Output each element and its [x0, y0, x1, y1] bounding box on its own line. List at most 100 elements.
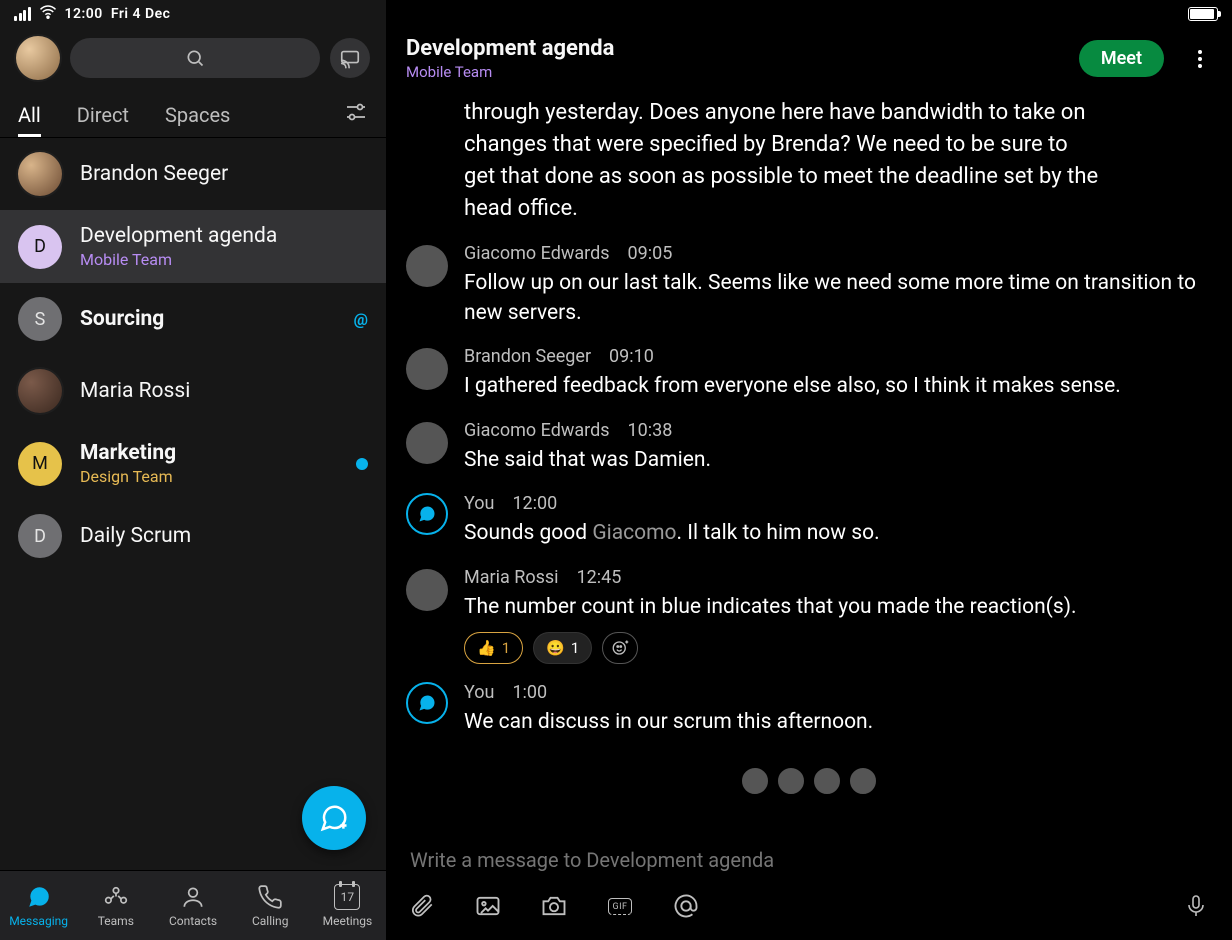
nav-messaging[interactable]: Messaging	[0, 871, 77, 940]
tab-spaces[interactable]: Spaces	[165, 92, 230, 137]
message-text: through yesterday. Does anyone here have…	[464, 97, 1104, 225]
message-text: We can discuss in our scrum this afterno…	[464, 707, 1212, 737]
messaging-icon	[26, 884, 52, 910]
gif-button[interactable]: GIF	[604, 890, 636, 922]
nav-label: Teams	[98, 914, 134, 928]
smile-plus-icon	[611, 639, 629, 657]
nav-label: Calling	[252, 914, 288, 928]
chat-title: Sourcing	[80, 307, 164, 331]
chat-list: Brandon Seeger D Development agenda Mobi…	[0, 138, 386, 870]
self-avatar	[406, 682, 448, 724]
add-reaction-button[interactable]	[602, 632, 638, 664]
message-time: 09:10	[609, 346, 654, 367]
message-author: Giacomo Edwards	[464, 243, 610, 264]
read-receipts	[406, 766, 1212, 796]
sidebar-item-marketing[interactable]: M Marketing Design Team	[0, 427, 386, 500]
nav-label: Contacts	[169, 914, 217, 928]
cast-button[interactable]	[330, 38, 370, 78]
sidebar-item-sourcing[interactable]: S Sourcing @	[0, 283, 386, 355]
message-row: through yesterday. Does anyone here have…	[406, 97, 1212, 225]
calling-icon	[257, 884, 283, 910]
chat-title: Marketing	[80, 441, 176, 465]
message-time: 10:38	[628, 420, 673, 441]
search-input[interactable]	[70, 38, 320, 78]
message-author: Brandon Seeger	[464, 346, 591, 367]
gif-icon: GIF	[608, 898, 631, 915]
chat-bubble-icon	[417, 504, 437, 524]
sidebar-item-development-agenda[interactable]: D Development agenda Mobile Team	[0, 210, 386, 283]
attach-button[interactable]	[406, 890, 438, 922]
mention-button[interactable]	[670, 890, 702, 922]
message-input[interactable]	[406, 834, 1212, 886]
message-text: Follow up on our last talk. Seems like w…	[464, 268, 1212, 329]
message-time: 1:00	[512, 682, 547, 703]
chat-title: Daily Scrum	[80, 524, 191, 548]
camera-icon	[540, 892, 568, 920]
status-time: 12:00	[65, 6, 103, 22]
avatar	[18, 369, 62, 413]
more-menu-button[interactable]	[1188, 47, 1212, 71]
contacts-icon	[180, 884, 206, 910]
space-avatar: M	[18, 442, 62, 486]
reaction-thumbs-up[interactable]: 👍1	[464, 632, 523, 664]
sidebar-item-brandon[interactable]: Brandon Seeger	[0, 138, 386, 210]
message-author: Maria Rossi	[464, 567, 559, 588]
bottom-nav: Messaging Teams Contacts Calling 17 Meet…	[0, 870, 386, 940]
space-avatar: D	[18, 514, 62, 558]
chat-title: Maria Rossi	[80, 379, 190, 403]
battery-icon	[1188, 7, 1218, 21]
avatar	[18, 152, 62, 196]
nav-teams[interactable]: Teams	[77, 871, 154, 940]
nav-contacts[interactable]: Contacts	[154, 871, 231, 940]
message-author: You	[464, 682, 494, 703]
tab-all[interactable]: All	[18, 92, 41, 137]
mention-badge: @	[354, 310, 368, 329]
at-icon	[672, 892, 700, 920]
chat-bubble-icon	[417, 693, 437, 713]
composer-toolbar: GIF	[406, 886, 1212, 922]
calendar-day: 17	[341, 891, 355, 903]
new-message-fab[interactable]	[302, 786, 366, 850]
message-author: You	[464, 493, 494, 514]
nav-meetings[interactable]: 17 Meetings	[309, 871, 386, 940]
message-time: 12:00	[512, 493, 557, 514]
chat-plus-icon	[319, 803, 349, 833]
chat-subtitle: Mobile Team	[80, 250, 277, 269]
room-subtitle: Mobile Team	[406, 63, 614, 81]
message-avatar	[406, 348, 448, 390]
image-button[interactable]	[472, 890, 504, 922]
message-text: The number count in blue indicates that …	[464, 592, 1212, 622]
calendar-icon: 17	[334, 884, 360, 910]
reaction-bar: 👍1 😀1	[464, 632, 1212, 664]
message-row: You12:00 Sounds good Giacomo. Il talk to…	[406, 493, 1212, 548]
message-text: She said that was Damien.	[464, 445, 1212, 475]
message-row: You 1:00 We can discuss in our scrum this…	[406, 682, 1212, 737]
sidebar-item-maria[interactable]: Maria Rossi	[0, 355, 386, 427]
message-row: Maria Rossi12:45 The number count in blu…	[406, 567, 1212, 664]
cast-icon	[339, 47, 361, 69]
camera-button[interactable]	[538, 890, 570, 922]
message-list[interactable]: through yesterday. Does anyone here have…	[386, 97, 1232, 828]
voice-button[interactable]	[1180, 890, 1212, 922]
message-row: Giacomo Edwards09:05 Follow up on our la…	[406, 243, 1212, 329]
sidebar-item-daily-scrum[interactable]: D Daily Scrum	[0, 500, 386, 572]
meet-button[interactable]: Meet	[1079, 40, 1164, 77]
user-avatar[interactable]	[16, 36, 60, 80]
message-avatar	[406, 422, 448, 464]
paperclip-icon	[409, 893, 435, 919]
receipt-avatar	[812, 766, 842, 796]
tab-direct[interactable]: Direct	[77, 92, 129, 137]
reaction-smile[interactable]: 😀1	[533, 632, 592, 664]
chat-header: Development agenda Mobile Team Meet	[386, 28, 1232, 97]
sidebar: All Direct Spaces Brandon Seeger D Devel…	[0, 0, 386, 940]
nav-calling[interactable]: Calling	[232, 871, 309, 940]
nav-label: Messaging	[9, 914, 68, 928]
receipt-avatar	[776, 766, 806, 796]
wifi-icon	[39, 3, 57, 25]
message-text: I gathered feedback from everyone else a…	[464, 371, 1212, 401]
message-avatar	[406, 245, 448, 287]
mention[interactable]: Giacomo	[592, 521, 676, 545]
message-row: Giacomo Edwards10:38 She said that was D…	[406, 420, 1212, 475]
filter-button[interactable]	[344, 100, 368, 129]
image-icon	[474, 892, 502, 920]
